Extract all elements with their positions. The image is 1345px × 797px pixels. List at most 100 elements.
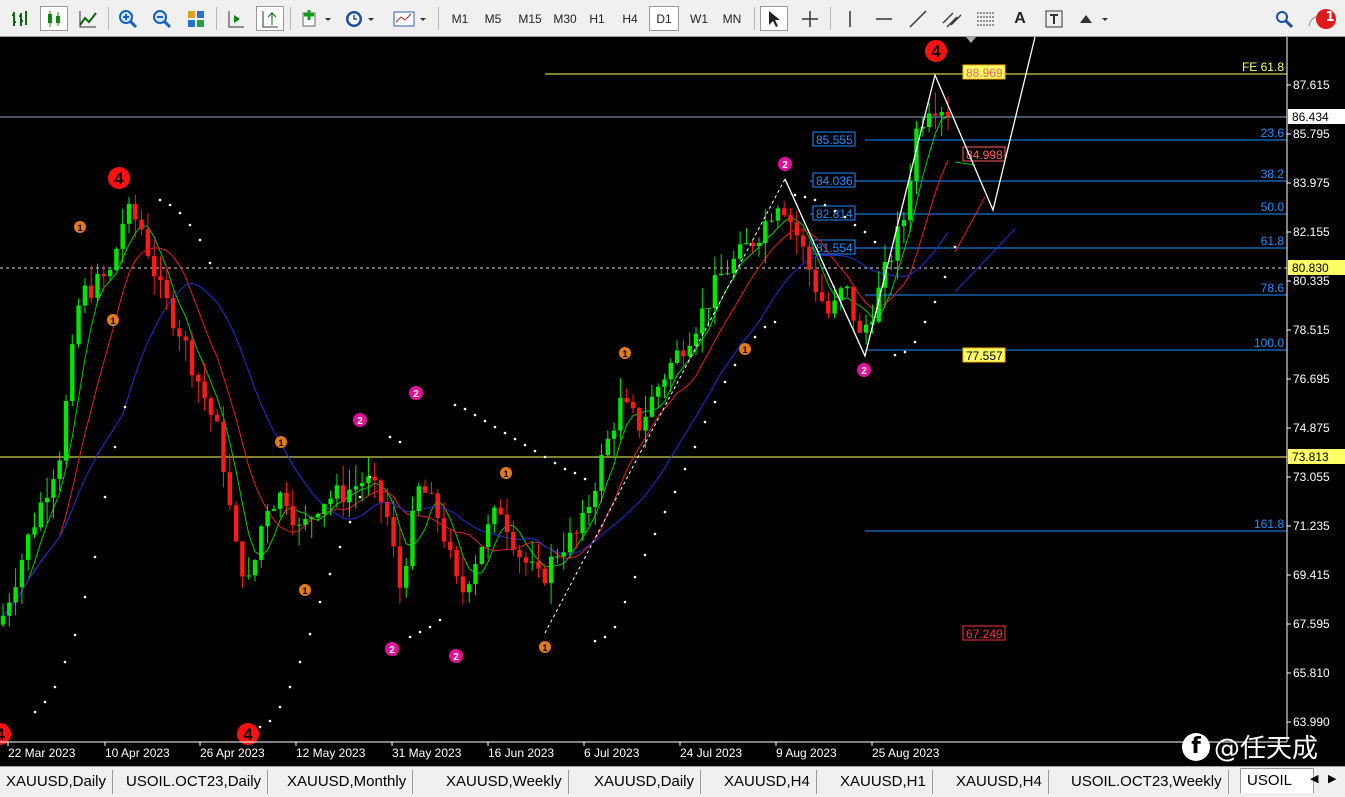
candle-body [593, 490, 598, 507]
fibonacci-retracement-icon[interactable] [972, 6, 1000, 31]
candle-body [756, 242, 762, 247]
ma-mid-line [2, 159, 949, 617]
sar-dot [178, 211, 182, 215]
candle-body [89, 285, 94, 298]
sar-dot [53, 685, 57, 689]
tab-usoil-active[interactable]: USOIL [1240, 768, 1314, 793]
price-axis-label: 83.975 [1293, 176, 1330, 190]
timeframe-w1[interactable]: W1 [684, 6, 714, 31]
date-axis-label: 24 Jul 2023 [680, 746, 742, 760]
tab-xauusd-daily-2[interactable]: XAUUSD,Daily [588, 770, 702, 794]
price-axis-label: 82.155 [1293, 225, 1330, 239]
candle-body [599, 455, 604, 491]
candle-body [328, 498, 333, 504]
timeframe-m15[interactable]: M15 [513, 6, 547, 31]
sar-dot [623, 600, 627, 604]
fib-value-label: 85.555 [816, 133, 853, 147]
candle-body [227, 472, 232, 506]
sar-dot [123, 405, 127, 409]
candle-body [517, 549, 522, 558]
candle-body [120, 223, 125, 249]
tab-xauusd-daily[interactable]: XAUUSD,Daily [0, 770, 114, 794]
price-chart[interactable]: FE 61.8 23.6 38.2 50.0 61.8 78.6 100.0 161.8 88.… [0, 36, 1345, 766]
equidistant-channel-icon[interactable] [938, 6, 966, 31]
text-label-icon[interactable] [1040, 6, 1068, 31]
candle-body [315, 513, 321, 518]
auto-scroll-icon[interactable] [222, 6, 250, 31]
sar-dot [503, 431, 507, 435]
periodicity-clock-icon[interactable] [342, 6, 378, 31]
text-tool-icon[interactable]: A [1006, 6, 1034, 31]
fib-level-label: 161.8 [1254, 517, 1284, 531]
zoom-in-icon[interactable] [114, 6, 142, 31]
tile-windows-icon[interactable] [182, 6, 210, 31]
timeframe-mn[interactable]: MN [717, 6, 747, 31]
sar-dot [418, 630, 422, 634]
bar-chart-icon[interactable] [6, 6, 34, 31]
candle-body [567, 532, 573, 553]
candle-body [32, 527, 37, 535]
candle-body [252, 560, 258, 576]
timeframe-h4[interactable]: H4 [615, 6, 645, 31]
timeframe-d1[interactable]: D1 [649, 6, 679, 31]
candle-body [38, 502, 43, 528]
candle-body [744, 243, 749, 245]
notifications-icon[interactable]: 1 [1304, 6, 1340, 31]
sar-dot [63, 660, 67, 664]
sar-dot [93, 555, 97, 559]
candle-body [618, 397, 623, 431]
chart-shift-icon[interactable] [256, 6, 284, 31]
sar-dot [258, 725, 262, 729]
candle-body [95, 273, 100, 298]
sar-dot [873, 240, 877, 244]
fib-value-label: 84.036 [816, 174, 853, 188]
wave-2-label: 2 [389, 645, 395, 656]
timeframe-m5[interactable]: M5 [478, 6, 508, 31]
wave-2-label: 2 [413, 389, 419, 400]
candle-body [0, 615, 6, 625]
tab-xauusd-h4[interactable]: XAUUSD,H4 [718, 770, 817, 794]
timeframe-m30[interactable]: M30 [548, 6, 582, 31]
tab-scroll-left-icon[interactable]: ◀ [1310, 772, 1318, 785]
timeframe-h1[interactable]: H1 [582, 6, 612, 31]
tab-xauusd-h4-2[interactable]: XAUUSD,H4 [950, 770, 1049, 794]
tab-usoil-oct23-daily[interactable]: USOIL.OCT23,Daily [120, 770, 269, 794]
candle-body [202, 381, 207, 399]
crosshair-icon[interactable] [796, 6, 824, 31]
trendline-icon[interactable] [904, 6, 932, 31]
sar-dot [298, 660, 302, 664]
zoom-out-icon[interactable] [148, 6, 176, 31]
ma-mid-extension [954, 196, 986, 253]
fib-level-label: 100.0 [1254, 336, 1284, 350]
tab-scroll-right-icon[interactable]: ▶ [1328, 772, 1336, 785]
candlestick-chart-icon[interactable] [40, 6, 68, 31]
tab-xauusd-h1[interactable]: XAUUSD,H1 [834, 770, 933, 794]
line-chart-icon[interactable] [74, 6, 102, 31]
date-axis-label: 22 Mar 2023 [8, 746, 76, 760]
candle-body [196, 375, 201, 382]
tab-xauusd-weekly[interactable]: XAUUSD,Weekly [440, 770, 569, 794]
wave-2-label: 2 [782, 160, 788, 171]
sar-dot [703, 420, 707, 424]
arrows-shapes-icon[interactable] [1074, 6, 1114, 31]
tab-usoil-oct23-weekly[interactable]: USOIL.OCT23,Weekly [1065, 770, 1229, 794]
sar-dot [933, 300, 937, 304]
search-icon[interactable] [1270, 6, 1298, 31]
sar-dot [943, 275, 947, 279]
wave-4-label: 4 [114, 169, 124, 188]
timeframe-m1[interactable]: M1 [445, 6, 475, 31]
templates-icon[interactable] [390, 6, 430, 31]
candle-body [819, 292, 825, 301]
candle-body [863, 324, 869, 333]
watermark-text: @任天成 [1214, 734, 1319, 764]
candle-body [114, 248, 119, 271]
vertical-line-icon[interactable] [836, 6, 864, 31]
cursor-arrow-icon[interactable] [760, 6, 788, 31]
candle-body [397, 546, 403, 588]
price-axis-label: 73.055 [1293, 470, 1330, 484]
sar-dot [73, 633, 77, 637]
indicators-icon[interactable] [298, 6, 334, 31]
horizontal-line-icon[interactable] [870, 6, 898, 31]
candle-body [82, 285, 88, 306]
tab-xauusd-monthly[interactable]: XAUUSD,Monthly [281, 770, 414, 794]
